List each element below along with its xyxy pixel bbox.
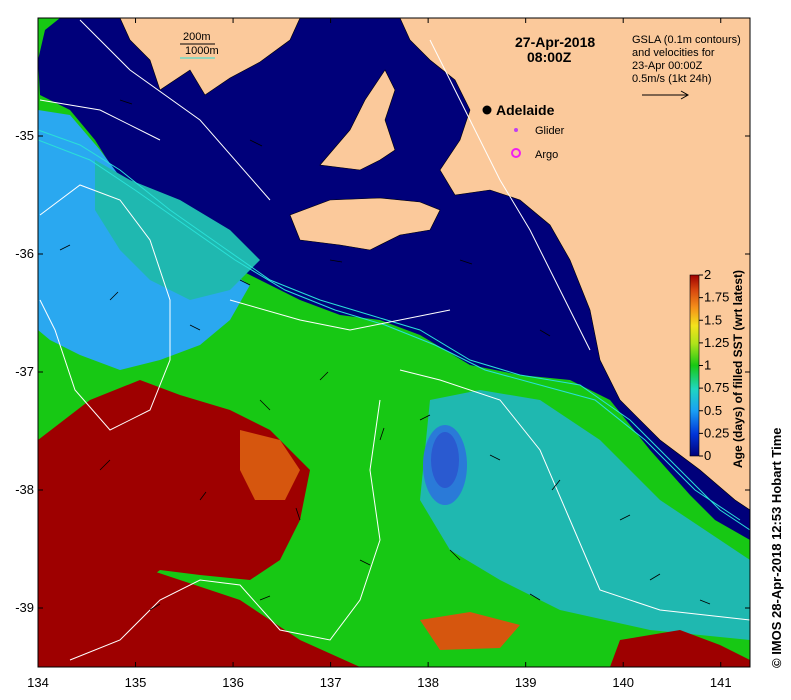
legend-200m: 200m (183, 31, 211, 43)
gsla-line-4: 0.5m/s (1kt 24h) (632, 73, 711, 85)
colorbar-tick-label: 1.5 (704, 312, 722, 327)
argo-label: Argo (535, 149, 558, 161)
colorbar-tick-label: 0 (704, 448, 711, 463)
colorbar-tick-label: 1.75 (704, 290, 729, 305)
y-tick-label: -37 (15, 364, 34, 379)
colorbar-tick-label: 0.75 (704, 380, 729, 395)
x-tick-label: 134 (27, 675, 49, 690)
x-tick-label: 136 (222, 675, 244, 690)
eddy-core (431, 432, 459, 488)
x-tick-label: 137 (320, 675, 342, 690)
glider-label: Glider (535, 125, 565, 137)
y-tick-label: -39 (15, 600, 34, 615)
credit-label: © IMOS 28-Apr-2018 12:53 Hobart Time (769, 427, 784, 668)
adelaide-label: Adelaide (496, 102, 555, 118)
sst-age-map: Adelaide Glider Argo 200m 1000m 27-Apr-2… (15, 17, 784, 690)
x-tick-label: 139 (515, 675, 537, 690)
colorbar-tick-label: 0.25 (704, 425, 729, 440)
adelaide-marker (482, 105, 492, 115)
time-label: 08:00Z (527, 49, 572, 65)
map-field: Adelaide Glider Argo 200m 1000m 27-Apr-2… (38, 18, 750, 667)
x-tick-label: 141 (710, 675, 732, 690)
y-tick-label: -38 (15, 482, 34, 497)
colorbar-tick-label: 2 (704, 267, 711, 282)
gsla-line-3: 23-Apr 00:00Z (632, 60, 703, 72)
legend-1000m: 1000m (185, 45, 219, 57)
glider-marker (514, 128, 518, 132)
y-tick-label: -35 (15, 128, 34, 143)
colorbar-tick-label: 1.25 (704, 335, 729, 350)
y-tick-label: -36 (15, 246, 34, 261)
colorbar-tick-label: 1 (704, 358, 711, 373)
x-tick-label: 138 (417, 675, 439, 690)
date-label: 27-Apr-2018 (515, 34, 595, 50)
gsla-line-2: and velocities for (632, 47, 715, 59)
colorbar-tick-label: 0.5 (704, 403, 722, 418)
colorbar-label: Age (days) of filled SST (wrt latest) (731, 270, 745, 468)
x-tick-label: 140 (612, 675, 634, 690)
x-tick-label: 135 (125, 675, 147, 690)
colorbar-bar (689, 274, 700, 457)
gsla-line-1: GSLA (0.1m contours) (632, 34, 741, 46)
